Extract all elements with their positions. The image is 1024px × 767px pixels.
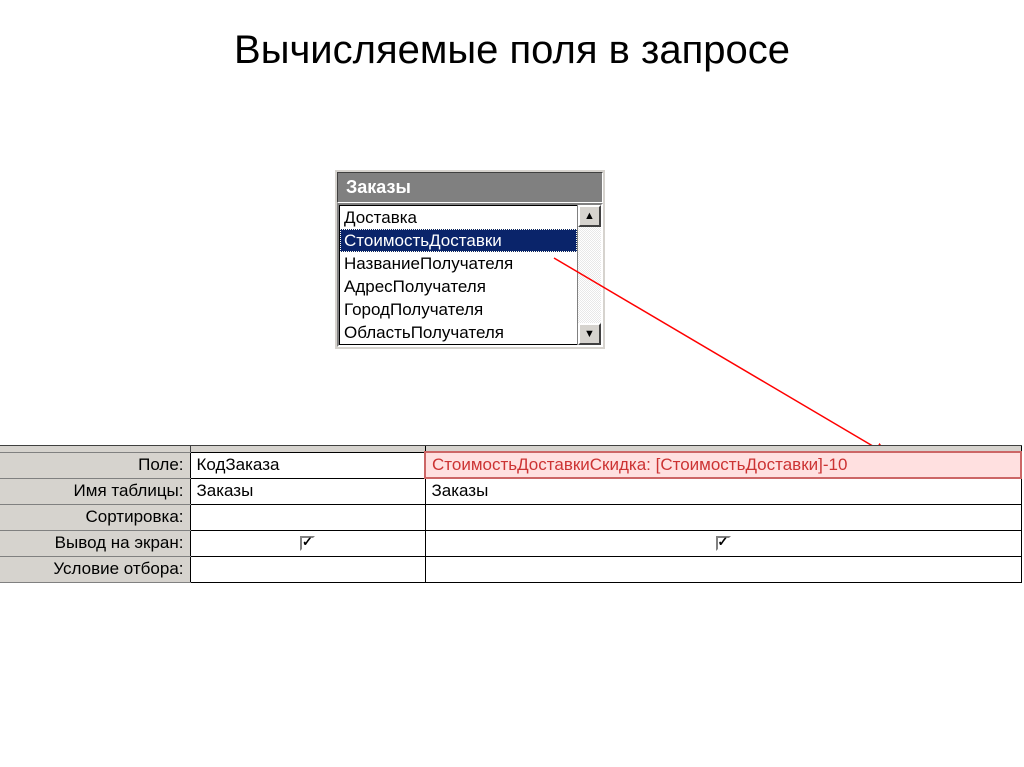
cell-show[interactable]: [425, 530, 1021, 556]
table-pane: Заказы Доставка СтоимостьДоставки Назван…: [335, 170, 605, 349]
scroll-up-button[interactable]: ▲: [578, 205, 601, 227]
row-label-table: Имя таблицы:: [0, 478, 190, 504]
row-label-show: Вывод на экран:: [0, 530, 190, 556]
scroll-down-button[interactable]: ▼: [578, 323, 601, 345]
list-item[interactable]: Доставка: [340, 206, 577, 229]
cell-sort[interactable]: [190, 504, 425, 530]
scrollbar[interactable]: ▲ ▼: [577, 205, 601, 345]
field-list[interactable]: Доставка СтоимостьДоставки НазваниеПолуч…: [339, 205, 577, 345]
list-item[interactable]: НазваниеПолучателя: [340, 252, 577, 275]
list-item[interactable]: СтоимостьДоставки: [340, 229, 577, 252]
cell-table[interactable]: Заказы: [190, 478, 425, 504]
list-item[interactable]: ОбластьПолучателя: [340, 321, 577, 344]
cell-criteria[interactable]: [425, 556, 1021, 582]
query-design-grid: Поле: КодЗаказа СтоимостьДоставкиСкидка:…: [0, 445, 1022, 583]
cell-field[interactable]: КодЗаказа: [190, 452, 425, 478]
checkbox-checked-icon[interactable]: [300, 536, 315, 551]
list-item[interactable]: АдресПолучателя: [340, 275, 577, 298]
checkbox-checked-icon[interactable]: [716, 536, 731, 551]
cell-table[interactable]: Заказы: [425, 478, 1021, 504]
list-item[interactable]: ГородПолучателя: [340, 298, 577, 321]
cell-sort[interactable]: [425, 504, 1021, 530]
arrow-annotation: [0, 0, 1024, 767]
cell-criteria[interactable]: [190, 556, 425, 582]
cell-field-calculated[interactable]: СтоимостьДоставкиСкидка: [СтоимостьДоста…: [425, 452, 1021, 478]
row-label-field: Поле:: [0, 452, 190, 478]
slide-title: Вычисляемые поля в запросе: [0, 0, 1024, 73]
table-pane-title: Заказы: [337, 172, 603, 203]
row-label-sort: Сортировка:: [0, 504, 190, 530]
scroll-track[interactable]: [578, 227, 601, 323]
cell-show[interactable]: [190, 530, 425, 556]
row-label-criteria: Условие отбора:: [0, 556, 190, 582]
